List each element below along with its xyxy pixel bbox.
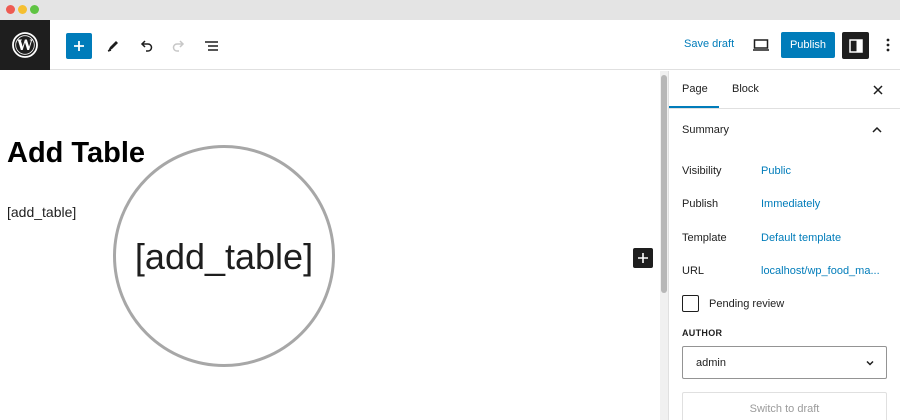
- maximize-window-button[interactable]: [30, 5, 39, 14]
- list-view-icon: [205, 41, 218, 51]
- list-view-button[interactable]: [199, 33, 225, 59]
- tools-button[interactable]: [100, 33, 126, 59]
- publish-value[interactable]: Immediately: [761, 198, 820, 210]
- page-title[interactable]: Add Table: [7, 137, 145, 170]
- add-block-button[interactable]: [633, 248, 653, 268]
- desktop-preview-icon: [753, 39, 769, 51]
- save-draft-button[interactable]: Save draft: [684, 38, 734, 50]
- template-value[interactable]: Default template: [761, 232, 841, 244]
- chevron-up-icon: [869, 122, 885, 138]
- wordpress-logo-icon[interactable]: W: [0, 20, 50, 70]
- sidebar-toggle-icon: [848, 38, 863, 53]
- close-window-button[interactable]: [6, 5, 15, 14]
- redo-button[interactable]: [166, 33, 192, 59]
- publish-button[interactable]: Publish: [781, 32, 835, 58]
- options-menu-button[interactable]: [880, 34, 896, 56]
- pencil-icon: [107, 41, 118, 52]
- summary-panel-header[interactable]: Summary: [669, 109, 900, 151]
- tab-page[interactable]: Page: [682, 83, 708, 95]
- more-options-icon: [886, 38, 890, 52]
- undo-button[interactable]: [133, 33, 159, 59]
- plus-icon: [638, 253, 648, 263]
- settings-sidebar: Page Block Summary Visibility Public Pub…: [668, 71, 900, 420]
- publish-label: Publish: [682, 198, 719, 210]
- chevron-down-icon: [866, 360, 874, 366]
- pending-review-label[interactable]: Pending review: [709, 298, 784, 310]
- undo-icon: [140, 40, 153, 52]
- editor-canvas: Add Table [add_table] [add_table]: [0, 71, 660, 420]
- plus-icon: [74, 41, 84, 51]
- url-value[interactable]: localhost/wp_food_ma...: [761, 265, 880, 277]
- window-titlebar: [0, 0, 900, 20]
- scrollbar-thumb[interactable]: [661, 75, 667, 293]
- editor-header: W Save draft Publish: [0, 20, 900, 70]
- editor-scrollbar[interactable]: [660, 71, 668, 420]
- author-value: admin: [696, 357, 726, 369]
- template-label: Template: [682, 232, 727, 244]
- minimize-window-button[interactable]: [18, 5, 27, 14]
- magnifier-callout: [add_table]: [113, 145, 335, 367]
- sidebar-tabs: Page Block: [669, 71, 900, 109]
- pending-review-checkbox[interactable]: [682, 295, 699, 312]
- visibility-label: Visibility: [682, 165, 722, 177]
- close-sidebar-button[interactable]: [870, 82, 886, 98]
- active-tab-indicator: [669, 106, 719, 108]
- visibility-value[interactable]: Public: [761, 165, 791, 177]
- redo-icon: [172, 40, 185, 52]
- settings-toggle-button[interactable]: [842, 32, 869, 59]
- shortcode-paragraph[interactable]: [add_table]: [7, 204, 76, 220]
- tab-block[interactable]: Block: [732, 83, 759, 95]
- magnified-shortcode: [add_table]: [134, 236, 314, 277]
- author-label: AUTHOR: [682, 328, 723, 338]
- author-select[interactable]: admin: [682, 346, 887, 379]
- close-icon: [873, 85, 883, 95]
- url-label: URL: [682, 265, 705, 277]
- switch-to-draft-button[interactable]: Switch to draft: [682, 392, 887, 420]
- block-inserter-button[interactable]: [66, 33, 92, 59]
- preview-button[interactable]: [750, 35, 772, 55]
- svg-text:W: W: [16, 38, 33, 54]
- summary-title: Summary: [682, 124, 730, 136]
